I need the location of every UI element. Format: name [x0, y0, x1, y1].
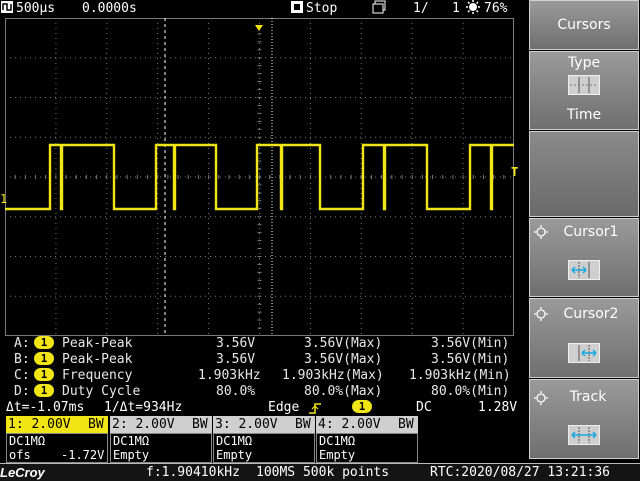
channel1-offset-label: ofs — [9, 448, 31, 462]
measurement-row-b[interactable]: B: 1 Peak-Peak 3.56V 3.56V(Max) 3.56V(Mi… — [0, 352, 520, 368]
measurement-name: Peak-Peak — [62, 336, 133, 351]
menu-cursor1-button[interactable]: Cursor1 — [529, 218, 639, 297]
channel4-state: Empty — [319, 448, 356, 462]
channel4-info: DC1MΩ Empty — [316, 433, 418, 463]
trigger-level-value: 1.28V — [478, 400, 518, 415]
channel-badge: 1 — [34, 368, 54, 381]
measurement-name: Peak-Peak — [62, 352, 133, 367]
menu-track-button[interactable]: Track — [529, 379, 639, 459]
trigger-channel-badge: 1 — [352, 400, 372, 413]
cursor-trigger-readout: Δt=-1.07ms 1/Δt=934Hz Edge 1 DC 1.28V — [0, 400, 520, 416]
channel3-state: Empty — [216, 448, 253, 462]
menu-title-cursors: Cursors — [529, 0, 639, 50]
knob-icon — [534, 390, 548, 409]
time-cursor-icon — [568, 75, 600, 95]
channel1-scale: 1: 2.00V — [8, 417, 71, 432]
measurement-min: 3.56V(Min) — [431, 352, 510, 367]
timebase-icon — [0, 0, 14, 17]
trigger-position-icon[interactable] — [255, 17, 263, 31]
measurement-max: 1.903kHz(Max) — [282, 368, 384, 383]
measurement-row-a[interactable]: A: 1 Peak-Peak 3.56V 3.56V(Max) 3.56V(Mi… — [0, 336, 520, 352]
measurement-row-c[interactable]: C: 1 Frequency 1.903kHz 1.903kHz(Max) 1.… — [0, 368, 520, 384]
measurement-value: 80.0% — [216, 384, 256, 399]
trigger-delay-value[interactable]: 0.0000s — [82, 0, 137, 17]
page-icon — [372, 0, 386, 17]
type-value: Time — [566, 107, 602, 123]
channel-badge: 1 — [34, 384, 54, 397]
battery-level: 76% — [484, 1, 508, 16]
measurement-slot: A: — [14, 336, 30, 351]
cursor2-icon — [568, 343, 600, 363]
trigger-type[interactable]: Edge — [268, 400, 299, 416]
channel4-scale-box[interactable]: 4: 2.00V BW — [316, 416, 418, 433]
measurement-min: 1.903kHz(Min) — [409, 368, 511, 383]
measurement-value: 1.903kHz — [198, 368, 261, 383]
type-label: Type — [567, 55, 601, 71]
measurement-row-d[interactable]: D: 1 Duty Cycle 80.0% 80.0%(Max) 80.0%(M… — [0, 384, 520, 400]
inverse-delta-t-value: 1/Δt=934Hz — [104, 400, 183, 415]
channel2-scale: 2: 2.00V — [112, 417, 175, 432]
channel1-scale-box[interactable]: 1: 2.00V BW — [6, 416, 108, 433]
measurement-value: 3.56V — [216, 352, 256, 367]
menu-type-button[interactable]: Type Time — [529, 51, 639, 130]
menu-empty-slot — [529, 131, 639, 217]
top-status-bar: 500µs 0.0000s Stop 1/ 1 76% — [0, 0, 528, 17]
channel3-info: DC1MΩ Empty — [213, 433, 315, 463]
real-time-clock: RTC:2020/08/27 13:21:36 — [430, 465, 611, 480]
run-state-icon — [290, 0, 304, 17]
channel3-scale: 3: 2.00V — [215, 417, 278, 432]
channel1-ground-marker[interactable]: 1 — [0, 192, 7, 206]
channel4-coupling: DC1MΩ — [319, 434, 356, 448]
waveform-grid — [4, 17, 515, 337]
channel2-bw: BW — [192, 417, 208, 432]
channel1-bw: BW — [88, 417, 104, 432]
measurement-max: 3.56V(Max) — [304, 352, 383, 367]
measurement-min: 80.0%(Min) — [431, 384, 510, 399]
channel4-bw: BW — [398, 417, 414, 432]
channel1-offset-value: -1.72V — [61, 448, 105, 462]
channel-badge: 1 — [34, 352, 54, 365]
measurement-slot: C: — [14, 368, 30, 383]
measurement-name: Duty Cycle — [62, 384, 141, 399]
measurement-min: 3.56V(Min) — [431, 336, 510, 351]
timebase-value[interactable]: 500µs — [16, 0, 55, 17]
trigger-coupling: DC — [416, 400, 432, 415]
measurement-max: 3.56V(Max) — [304, 336, 383, 351]
delta-t-value: Δt=-1.07ms — [6, 400, 85, 415]
channel-badge: 1 — [34, 336, 54, 349]
waveform-display[interactable] — [4, 17, 515, 337]
sample-rate-points: 100MS 500k points — [256, 465, 390, 480]
page-indicator: 1/ — [413, 1, 429, 16]
measurement-value: 3.56V — [216, 336, 256, 351]
measurement-max: 80.0%(Max) — [304, 384, 383, 399]
trigger-level-marker[interactable]: T — [511, 165, 518, 179]
channel1-coupling: DC1MΩ — [9, 434, 46, 448]
channel3-scale-box[interactable]: 3: 2.00V BW — [213, 416, 315, 433]
channel1-info: DC1MΩ ofs -1.72V — [6, 433, 108, 463]
measurement-slot: B: — [14, 352, 30, 367]
run-state[interactable]: Stop — [306, 0, 337, 17]
channel2-scale-box[interactable]: 2: 2.00V BW — [110, 416, 212, 433]
menu-title: Cursors — [557, 17, 611, 33]
measurement-slot: D: — [14, 384, 30, 399]
channel2-state: Empty — [113, 448, 150, 462]
page-total: 1 — [452, 1, 460, 16]
channel2-coupling: DC1MΩ — [113, 434, 150, 448]
brand-logo: LeCroy — [0, 465, 45, 480]
bottom-status-bar: LeCroy f:1.90410kHz 100MS 500k points RT… — [0, 463, 640, 481]
cursor1-icon — [568, 260, 600, 280]
knob-icon — [534, 306, 548, 325]
channel2-info: DC1MΩ Empty — [110, 433, 212, 463]
channel3-bw: BW — [295, 417, 311, 432]
measurement-name: Frequency — [62, 368, 133, 383]
channel4-scale: 4: 2.00V — [318, 417, 381, 432]
brightness-icon — [466, 0, 480, 17]
menu-cursor2-button[interactable]: Cursor2 — [529, 298, 639, 378]
frequency-counter: f:1.90410kHz — [146, 465, 240, 480]
track-icon — [568, 425, 600, 445]
channel3-coupling: DC1MΩ — [216, 434, 253, 448]
knob-icon — [534, 224, 548, 243]
